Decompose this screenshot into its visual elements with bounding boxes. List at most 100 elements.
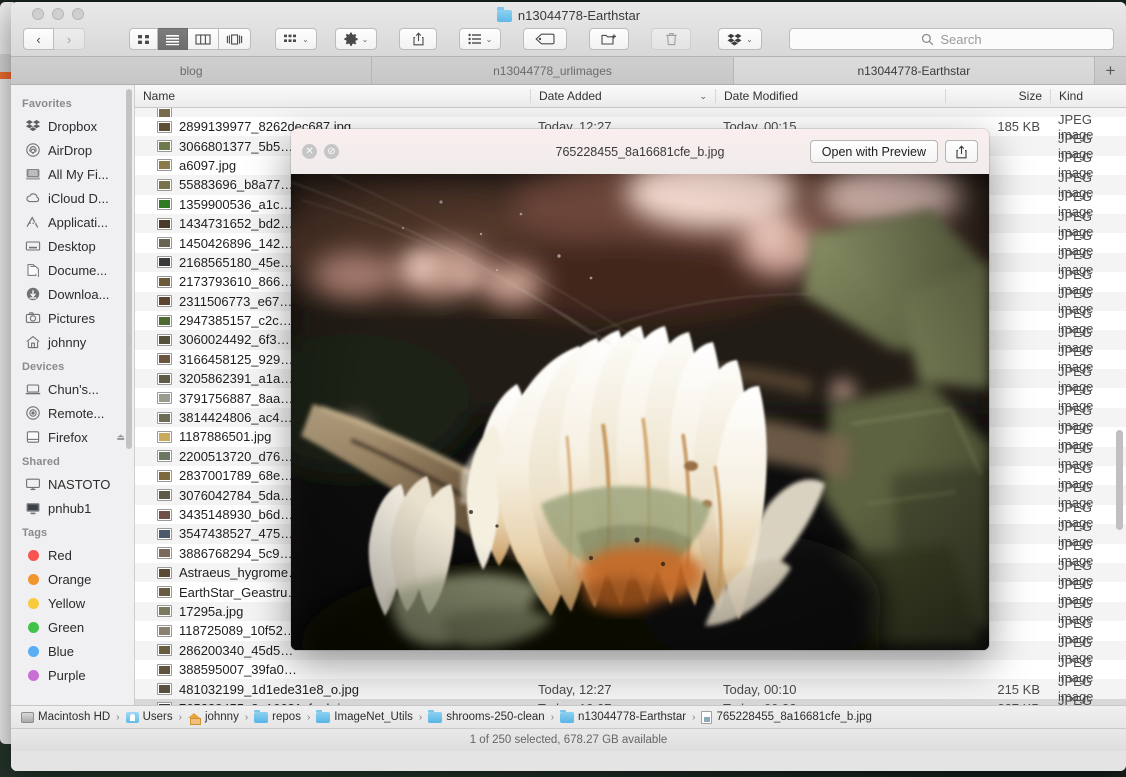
sidebar-item-blue[interactable]: Blue [11, 639, 134, 663]
sidebar-item-label: AirDrop [48, 142, 93, 158]
applications-icon [25, 214, 41, 230]
sidebar-item-orange[interactable]: Orange [11, 567, 134, 591]
new-tab-button[interactable]: + [1094, 57, 1126, 84]
tab-n13044778-urlimages[interactable]: n13044778_urlimages [372, 57, 734, 84]
column-header-name[interactable]: Name [135, 89, 530, 103]
breadcrumb-label: Macintosh HD [38, 711, 111, 723]
column-header-size[interactable]: Size [945, 89, 1050, 103]
search-input[interactable]: Search [789, 28, 1114, 50]
file-thumbnail-icon [157, 314, 172, 327]
file-name-text: 1359900536_a1c… [179, 196, 293, 212]
table-row[interactable]: 388595007_39fa0… JPEG image [135, 655, 1126, 685]
sidebar-item-purple[interactable]: Purple [11, 663, 134, 687]
gear-icon[interactable]: ⌄ [335, 28, 377, 50]
sidebar-item-green[interactable]: Green [11, 615, 134, 639]
sidebar-item-applicati[interactable]: Applicati... [11, 210, 134, 234]
sidebar-item-dropbox[interactable]: Dropbox [11, 114, 134, 138]
file-thumbnail-icon [157, 237, 172, 250]
sidebar-item-label: Docume... [48, 262, 108, 278]
window-bottom-fill [11, 751, 1126, 771]
eject-icon[interactable]: ⏏ [116, 432, 125, 443]
back-button[interactable]: ‹ [23, 28, 54, 50]
folder-icon [496, 6, 512, 22]
dropbox-icon[interactable]: ⌄ [718, 28, 762, 50]
arrange-icon[interactable]: ⌄ [275, 28, 317, 50]
sidebar-item-firefox[interactable]: Firefox ⏏ [11, 425, 134, 449]
list-options-icon[interactable]: ⌄ [459, 28, 501, 50]
quicklook-share-icon[interactable] [945, 140, 978, 163]
window-titlebar: n13044778-Earthstar ‹ › ⌄ ⌄ ⌄ ⌄ Search [11, 2, 1126, 57]
file-list-scrollbar[interactable] [1116, 430, 1123, 530]
tab-n13044778-earthstar[interactable]: n13044778-Earthstar [733, 57, 1095, 84]
breadcrumb-item[interactable]: ImageNet_Utils [316, 709, 413, 723]
minimize-button[interactable] [52, 8, 64, 20]
file-name-text: 3205862391_a1a… [179, 371, 294, 387]
breadcrumb-item[interactable]: Users [125, 711, 173, 723]
sidebar-scrollbar[interactable] [126, 89, 132, 449]
sidebar-item-desktop[interactable]: Desktop [11, 234, 134, 258]
sidebar-item-johnny[interactable]: johnny [11, 330, 134, 354]
icon-view-icon[interactable] [129, 28, 158, 50]
sidebar-item-nastoto[interactable]: NASTOTO [11, 472, 134, 496]
table-row[interactable]: 481032199_1d1ede31e8_o.jpg Today, 12:27 To… [135, 674, 1126, 704]
sidebar-item-all-my-fi[interactable]: All My Fi... [11, 162, 134, 186]
breadcrumb-item[interactable]: johnny [187, 711, 239, 725]
open-with-preview-button[interactable]: Open with Preview [809, 140, 938, 163]
breadcrumb-item[interactable]: Macintosh HD [21, 711, 110, 723]
sidebar-item-docume[interactable]: Docume... [11, 258, 134, 282]
breadcrumb-item[interactable]: n13044778-Earthstar [560, 709, 686, 723]
sidebar-item-label: Pictures [48, 310, 95, 326]
file-thumbnail-icon [157, 566, 172, 579]
sidebar-item-icloud-d[interactable]: iCloud D... [11, 186, 134, 210]
file-name-text: 3435148930_b6d… [179, 507, 294, 522]
zoom-button[interactable] [72, 8, 84, 20]
close-button[interactable] [32, 8, 44, 20]
file-kind-cell: JPEG image [1058, 693, 1092, 705]
breadcrumb-item[interactable]: shrooms-250-clean [428, 709, 545, 723]
quicklook-fullscreen-icon[interactable]: ⊘ [324, 144, 339, 159]
trash-icon[interactable] [651, 28, 691, 50]
file-name-text: 55883696_b8a77… [179, 177, 294, 193]
breadcrumb-item[interactable]: 765228455_8a16681cfe_b.jpg [701, 710, 872, 724]
quicklook-close-icon[interactable]: ✕ [302, 144, 317, 159]
file-thumbnail-icon [157, 586, 172, 599]
column-header-date-modified[interactable]: Date Modified [715, 89, 945, 103]
list-view-icon[interactable] [158, 28, 188, 50]
file-thumbnail-icon [157, 624, 172, 637]
forward-button[interactable]: › [54, 28, 85, 50]
sidebar-item-downloa[interactable]: Downloa... [11, 282, 134, 306]
tag-icon[interactable] [523, 28, 567, 50]
file-size-cell: 227 KB [945, 701, 1050, 705]
sidebar-section-tags: Tags [22, 527, 48, 539]
file-thumbnail-icon [157, 140, 172, 153]
table-row[interactable] [135, 108, 1126, 117]
breadcrumb-separator: › [116, 711, 120, 723]
file-name-text: 1450426896_142… [179, 235, 294, 251]
sidebar-item-chun-s[interactable]: Chun's... [11, 377, 134, 401]
sidebar-item-pictures[interactable]: Pictures [11, 306, 134, 330]
sidebar-item-yellow[interactable]: Yellow [11, 591, 134, 615]
column-header-date-added[interactable]: Date Added ⌄ [530, 89, 715, 103]
sidebar-item-label: Red [48, 547, 72, 563]
new-folder-icon[interactable] [589, 28, 629, 50]
sidebar-item-label: Desktop [48, 238, 96, 254]
file-name-text: 2311506773_e67… [179, 293, 293, 309]
sidebar-item-pnhub1[interactable]: pnhub1 [11, 496, 134, 520]
folder-icon [428, 709, 443, 723]
column-header-kind[interactable]: Kind [1050, 89, 1126, 103]
breadcrumb-separator: › [418, 711, 423, 723]
sidebar-item-red[interactable]: Red [11, 543, 134, 567]
share-icon[interactable] [399, 28, 437, 50]
sidebar-item-label: Orange [48, 571, 92, 587]
sidebar-item-label: Chun's... [48, 381, 99, 397]
sidebar-item-airdrop[interactable]: AirDrop [11, 138, 134, 162]
column-view-icon[interactable] [188, 28, 219, 50]
table-row[interactable]: 765228455_8a16681cfe_b.jpg Today, 12:27To… [135, 693, 1126, 705]
sidebar-item-label: All My Fi... [48, 166, 109, 182]
tab-blog[interactable]: blog [11, 57, 373, 84]
breadcrumb-item[interactable]: repos [254, 709, 301, 723]
finder-toolbar: ‹ › ⌄ ⌄ ⌄ ⌄ Search [11, 22, 1126, 56]
gallery-view-icon[interactable] [219, 28, 251, 50]
sidebar-item-remote[interactable]: Remote... [11, 401, 134, 425]
breadcrumb: Macintosh HD › Users › johnny › repos › ImageNet… [11, 705, 1126, 728]
